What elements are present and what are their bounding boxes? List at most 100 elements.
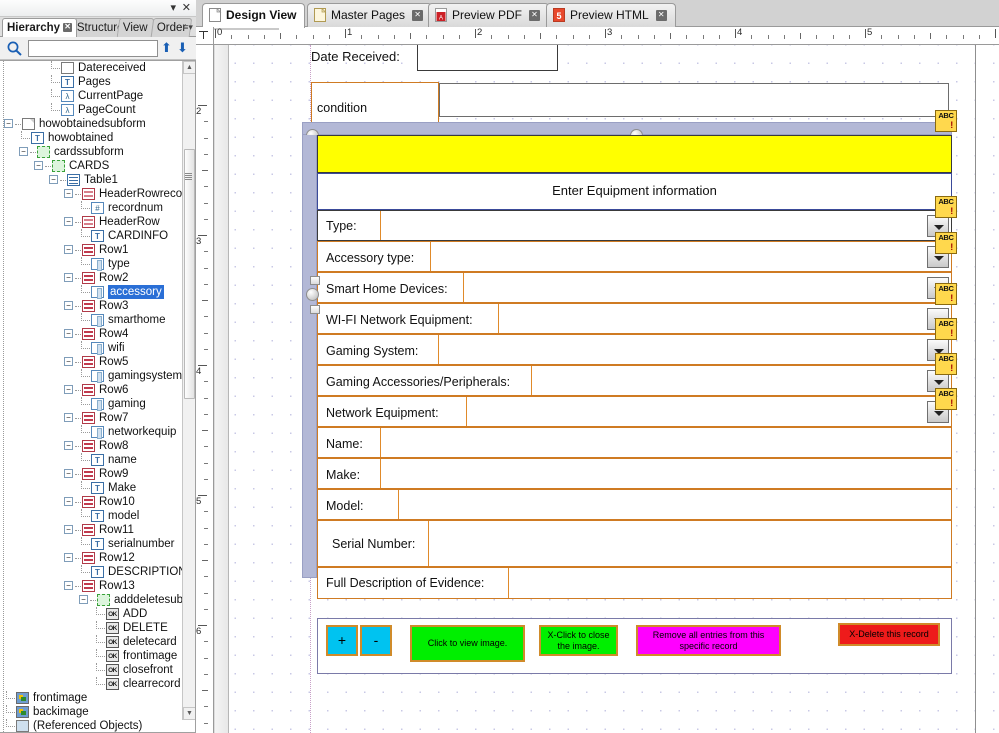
tab-hierarchy-close-icon[interactable]: ✕ [63,23,73,33]
tree-node[interactable]: − Row6 [0,383,182,397]
doc-tab-master-pages-close-icon[interactable]: ✕ [412,10,424,22]
binding-warning-badge[interactable]: ABC! [935,353,957,375]
panel-menu-icon[interactable]: ▾ [170,1,176,15]
tree-twisty-collapse-icon[interactable]: − [49,175,58,184]
form-row[interactable]: Gaming System: [317,334,952,365]
form-row[interactable]: Name: [317,427,952,458]
tree-node[interactable]: (Referenced Objects) [0,719,182,732]
clear-record-button[interactable]: Remove all entries from this specific re… [636,625,781,656]
tree-twisty-collapse-icon[interactable]: − [4,119,13,128]
condition-field[interactable] [439,83,949,117]
tree-twisty-collapse-icon[interactable]: − [64,217,73,226]
tree-node[interactable]: − cardssubform [0,145,182,159]
tree-twisty-collapse-icon[interactable]: − [64,525,73,534]
tree-node[interactable]: OK closefront [0,663,182,677]
tree-node[interactable]: OK DELETE [0,621,182,635]
tree-node[interactable]: T Make [0,481,182,495]
binding-warning-badge[interactable]: ABC! [935,232,957,254]
doc-tab-preview-html-close-icon[interactable]: ✕ [655,10,667,22]
tree-node[interactable]: Tmodel [0,509,182,523]
form-row[interactable]: Accessory type: [317,241,952,272]
yellow-banner[interactable] [317,135,952,173]
tree-node[interactable]: − Row10 [0,495,182,509]
tree-node[interactable]: λ PageCount [0,103,182,117]
form-row[interactable]: Model: [317,489,952,520]
tree-node[interactable]: Thowobtained [0,131,182,145]
tree-vertical-scrollbar[interactable]: ▲ ▼ [182,61,195,720]
tree-node[interactable]: OK frontimage [0,649,182,663]
tree-node[interactable]: − Table1 [0,173,182,187]
tree-node[interactable]: − Row7 [0,411,182,425]
search-input[interactable] [28,40,158,57]
tree-node[interactable]: OK ADD [0,607,182,621]
tree-twisty-collapse-icon[interactable]: − [64,385,73,394]
form-row[interactable]: Make: [317,458,952,489]
remove-record-button[interactable]: - [360,625,392,656]
tree-node[interactable]: gamingsystem [0,369,182,383]
binding-warning-badge[interactable]: ABC! [935,196,957,218]
tree-node[interactable]: − Row8 [0,439,182,453]
doc-tab-preview-html[interactable]: 5 Preview HTML ✕ [546,3,676,27]
tree-node[interactable]: Datereceived [0,61,182,75]
tree-node[interactable]: − adddeletesub [0,593,182,607]
view-image-button[interactable]: Click to view image. [410,625,525,662]
tree-twisty-collapse-icon[interactable]: − [64,357,73,366]
tree-twisty-collapse-icon[interactable]: − [79,595,88,604]
add-record-button[interactable]: + [326,625,358,656]
tree-node[interactable]: − Row12 [0,551,182,565]
form-row[interactable]: Smart Home Devices: [317,272,952,303]
tree-node[interactable]: T DESCRIPTION [0,565,182,579]
tree-twisty-collapse-icon[interactable]: − [64,245,73,254]
horizontal-ruler[interactable]: 0 1 2 3 4 5 [196,27,999,45]
tree-node[interactable]: accessory [0,285,182,299]
tree-node[interactable]: − HeaderRow [0,215,182,229]
panel-close-icon[interactable]: ✕ [182,1,191,15]
tree-node[interactable]: − HeaderRowrecord [0,187,182,201]
tree-node[interactable]: − Row13 [0,579,182,593]
row-insert-handle-top[interactable] [310,276,320,285]
tree-node[interactable]: frontimage [0,691,182,705]
close-image-button[interactable]: X-Click to close the image. [539,625,618,656]
tree-node[interactable]: backimage [0,705,182,719]
tree-node[interactable]: − Row2 [0,271,182,285]
tree-twisty-collapse-icon[interactable]: − [64,553,73,562]
date-received-field[interactable] [417,45,558,71]
form-row[interactable]: WI-FI Network Equipment: [317,303,952,334]
tree-twisty-collapse-icon[interactable]: − [64,273,73,282]
hierarchy-tree[interactable]: Datereceived T Pages λ CurrentPage λ PageCount… [0,60,196,733]
tree-node[interactable]: wifi [0,341,182,355]
tree-twisty-collapse-icon[interactable]: − [64,413,73,422]
tree-node[interactable]: − Row4 [0,327,182,341]
binding-warning-badge[interactable]: ABC! [935,388,957,410]
tree-twisty-collapse-icon[interactable]: − [64,329,73,338]
tree-scroll-thumb[interactable] [184,149,195,399]
form-row[interactable]: Type: [317,210,952,241]
tree-node[interactable]: OK clearrecord [0,677,182,691]
binding-warning-badge[interactable]: ABC! [935,110,957,132]
form-row[interactable]: Full Description of Evidence: [317,567,952,599]
search-icon[interactable] [6,40,24,57]
form-row[interactable]: Network Equipment: [317,396,952,427]
doc-tab-master-pages[interactable]: Master Pages ✕ [307,3,433,27]
vertical-ruler[interactable]: 2 3 4 5 6 [196,45,214,733]
row-gutter-column[interactable] [302,135,317,578]
tree-node[interactable]: # recordnum [0,201,182,215]
form-row[interactable]: Serial Number: [317,520,952,567]
tree-twisty-collapse-icon[interactable]: − [64,469,73,478]
form-header-row[interactable]: Enter Equipment information [317,173,952,210]
tree-node[interactable]: λ CurrentPage [0,89,182,103]
tree-node[interactable]: − Row9 [0,467,182,481]
tree-node[interactable]: − CARDS [0,159,182,173]
doc-tab-preview-pdf[interactable]: A Preview PDF ✕ [428,3,550,27]
scroll-down-icon[interactable]: ▼ [183,707,195,720]
tree-node[interactable]: OK deletecard [0,635,182,649]
tree-node[interactable]: − Row5 [0,355,182,369]
row-move-handle[interactable] [306,288,319,301]
tree-node[interactable]: Tname [0,453,182,467]
scroll-up-icon[interactable]: ▲ [183,61,195,74]
delete-record-button[interactable]: X-Delete this record [838,623,940,646]
tab-hierarchy[interactable]: Hierarchy ✕ [2,18,78,37]
tree-node[interactable]: T CARDINFO [0,229,182,243]
search-next-icon[interactable]: ⬇ [176,40,189,57]
tree-twisty-collapse-icon[interactable]: − [64,301,73,310]
